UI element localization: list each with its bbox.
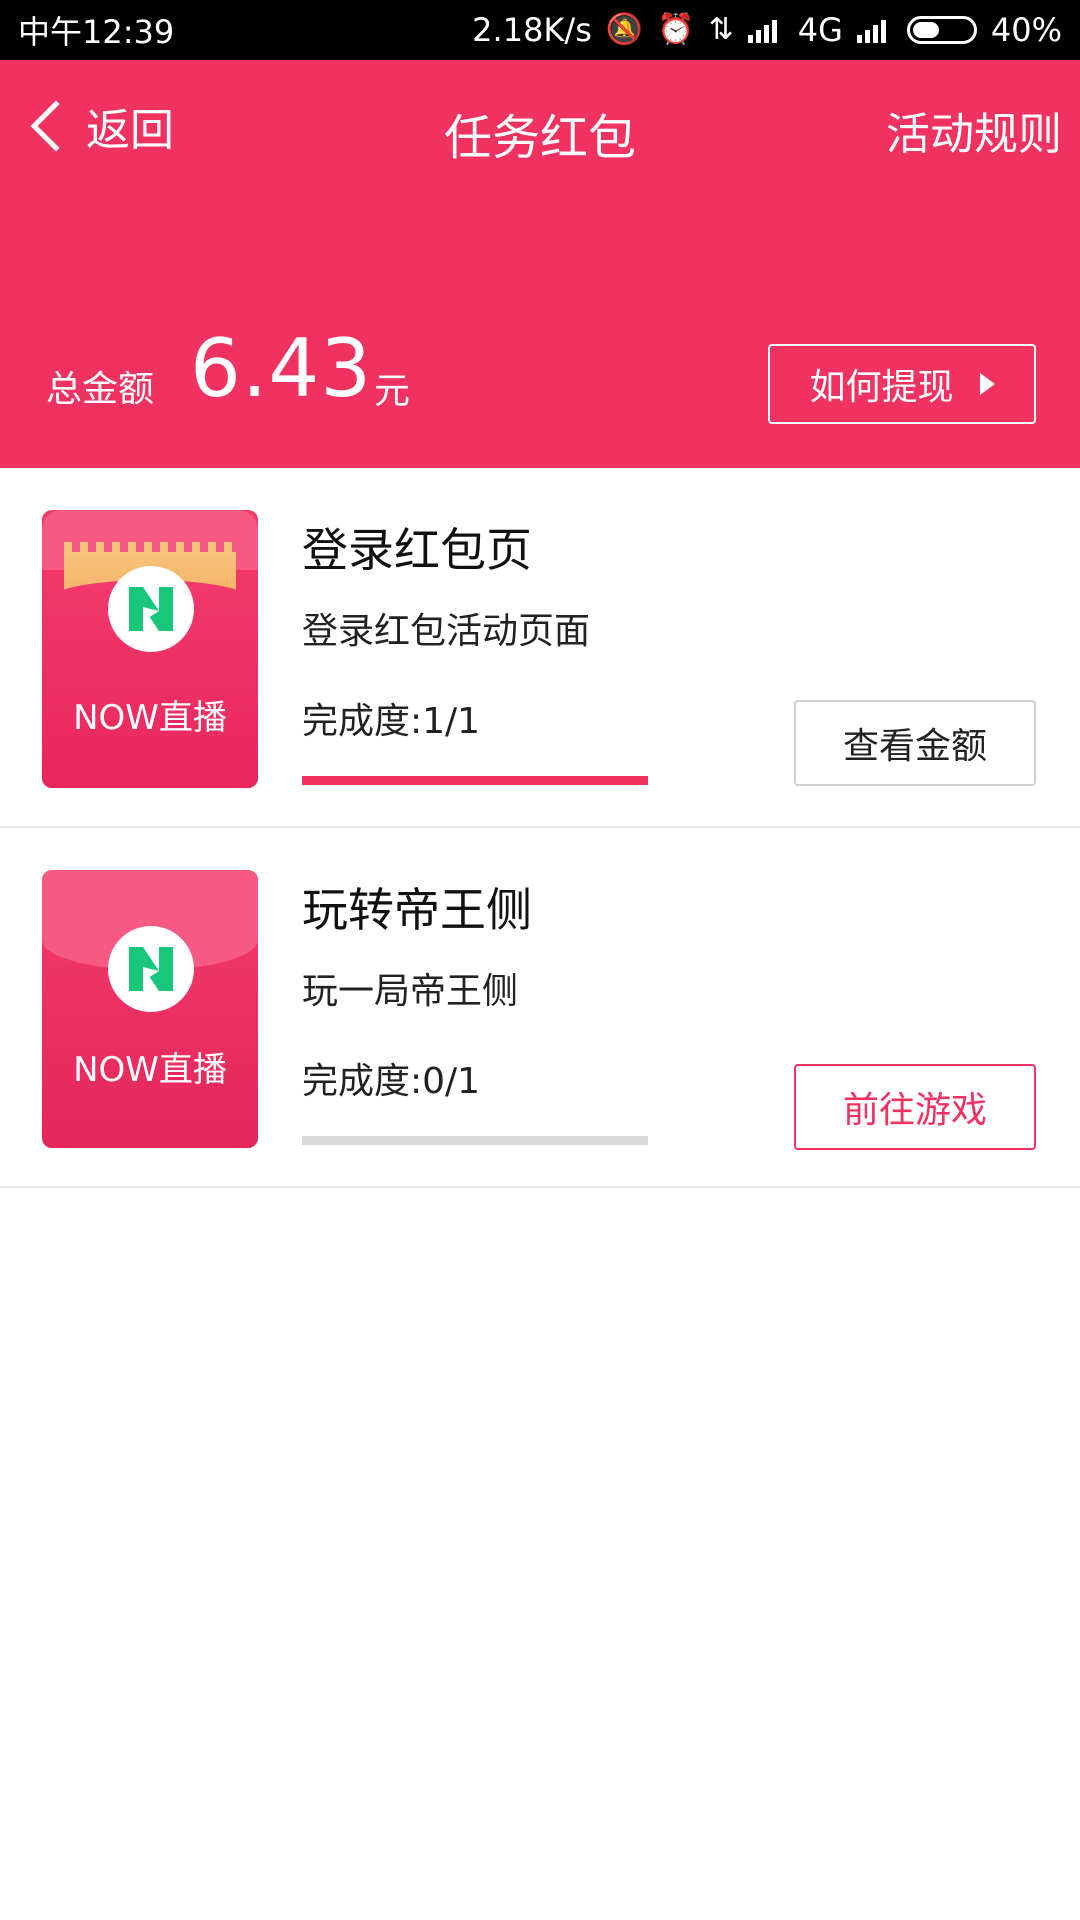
chevron-left-icon — [30, 100, 82, 152]
envelope-label: NOW直播 — [73, 698, 227, 738]
network-type: 4G — [797, 11, 843, 49]
status-indicators: 2.18K/s 🔕 ⏰ ⇅ 4G 40% — [472, 11, 1062, 49]
task-progress-text: 完成度:1/1 — [302, 701, 481, 742]
view-amount-button[interactable]: 查看金额 — [794, 700, 1036, 786]
data-arrows-icon: ⇅ — [708, 12, 734, 47]
signal-icon — [856, 17, 893, 43]
task-description: 登录红包活动页面 — [302, 611, 591, 652]
now-live-logo-icon — [108, 566, 194, 652]
signal-icon — [747, 17, 784, 43]
envelope-label: NOW直播 — [73, 1050, 227, 1090]
status-time: 中午12:39 — [18, 13, 175, 51]
task-row: NOW直播 登录红包页 登录红包活动页面 完成度:1/1 查看金额 — [0, 468, 1080, 828]
task-list: NOW直播 登录红包页 登录红包活动页面 完成度:1/1 查看金额 NOW直播 … — [0, 468, 1080, 1188]
task-progress-text: 完成度:0/1 — [302, 1061, 481, 1102]
task-title: 玩转帝王侧 — [302, 883, 532, 937]
back-button[interactable]: 返回 — [22, 94, 174, 158]
withdraw-label: 如何提现 — [809, 367, 954, 408]
total-amount-value: 6.43 — [190, 322, 373, 415]
battery-icon — [906, 16, 977, 44]
network-speed: 2.18K/s — [472, 11, 592, 49]
play-icon — [979, 373, 995, 395]
task-title: 登录红包页 — [302, 523, 532, 577]
task-description: 玩一局帝王侧 — [302, 971, 519, 1012]
bell-off-icon: 🔕 — [605, 12, 644, 47]
header-banner: 返回 任务红包 活动规则 总金额 6.43 元 如何提现 — [0, 60, 1080, 468]
task-progress-bar — [302, 776, 648, 785]
alarm-icon: ⏰ — [657, 12, 695, 47]
task-progress-bar — [302, 1136, 648, 1145]
go-to-game-button[interactable]: 前往游戏 — [794, 1064, 1036, 1150]
how-to-withdraw-button[interactable]: 如何提现 — [768, 344, 1036, 424]
red-envelope-opened: NOW直播 — [42, 510, 258, 788]
total-amount-unit: 元 — [374, 371, 411, 412]
battery-percent: 40% — [990, 11, 1062, 49]
task-row: NOW直播 玩转帝王侧 玩一局帝王侧 完成度:0/1 前往游戏 — [0, 828, 1080, 1188]
back-label: 返回 — [86, 105, 174, 156]
activity-rules-link[interactable]: 活动规则 — [886, 98, 1062, 162]
status-bar: 中午12:39 2.18K/s 🔕 ⏰ ⇅ 4G 40% — [0, 0, 1080, 60]
now-live-logo-icon — [108, 926, 194, 1012]
task-progress-fill — [302, 776, 648, 785]
red-envelope-closed: NOW直播 — [42, 870, 258, 1148]
total-amount-label: 总金额 — [46, 369, 155, 410]
